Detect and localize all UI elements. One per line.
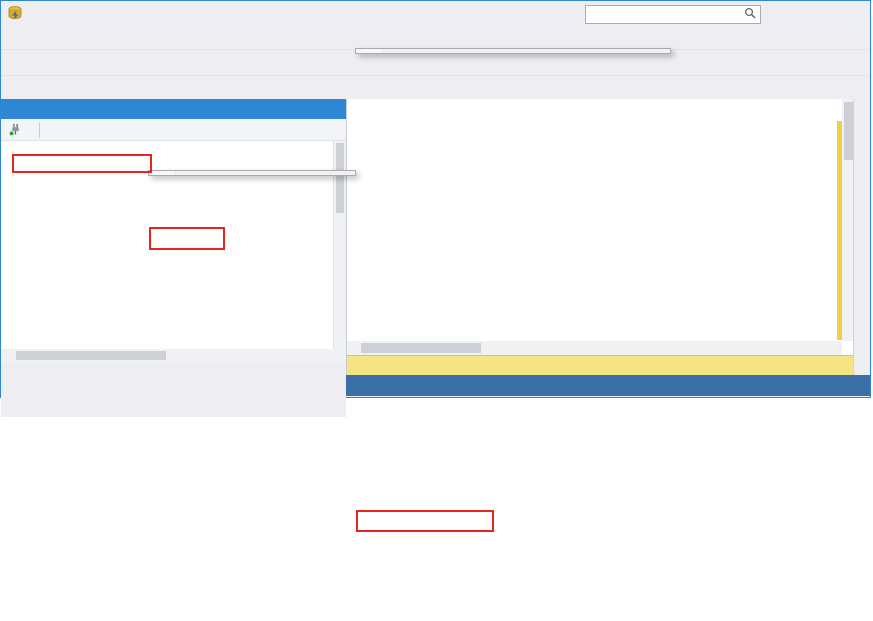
annotation-box-import-data: [356, 510, 494, 532]
sql-editor-toolbar: [1, 75, 870, 99]
scrollbar-thumb[interactable]: [16, 351, 166, 360]
search-icon: [744, 7, 756, 22]
tree-horizontal-scrollbar[interactable]: [1, 349, 346, 362]
app-icon: [7, 5, 23, 24]
close-button[interactable]: [842, 1, 870, 27]
maximize-button[interactable]: [814, 1, 842, 27]
plug-icon: [9, 123, 22, 136]
menu-bar: [1, 27, 870, 49]
scrollbar-thumb[interactable]: [336, 143, 344, 213]
ssms-window: [0, 0, 871, 398]
quick-launch-input[interactable]: [590, 8, 744, 20]
object-explorer-header[interactable]: [1, 99, 346, 119]
minimize-button[interactable]: [786, 1, 814, 27]
window-controls: [786, 1, 870, 27]
database-context-menu: [148, 170, 356, 176]
connect-button[interactable]: [5, 123, 34, 136]
divider: [39, 122, 40, 138]
panel-filler: [1, 362, 346, 417]
editor-horizontal-scrollbar[interactable]: [347, 341, 842, 355]
editor-status-bar: [347, 355, 856, 375]
quick-launch-box[interactable]: [585, 5, 761, 24]
main-area: [1, 99, 870, 375]
object-explorer-toolbar: [1, 119, 346, 141]
properties-tab[interactable]: [853, 99, 870, 375]
scrollbar-thumb[interactable]: [361, 343, 481, 353]
tasks-submenu: [355, 48, 671, 54]
object-explorer-panel: [1, 99, 346, 375]
title-bar: [1, 1, 870, 27]
query-editor-area[interactable]: [346, 99, 856, 375]
